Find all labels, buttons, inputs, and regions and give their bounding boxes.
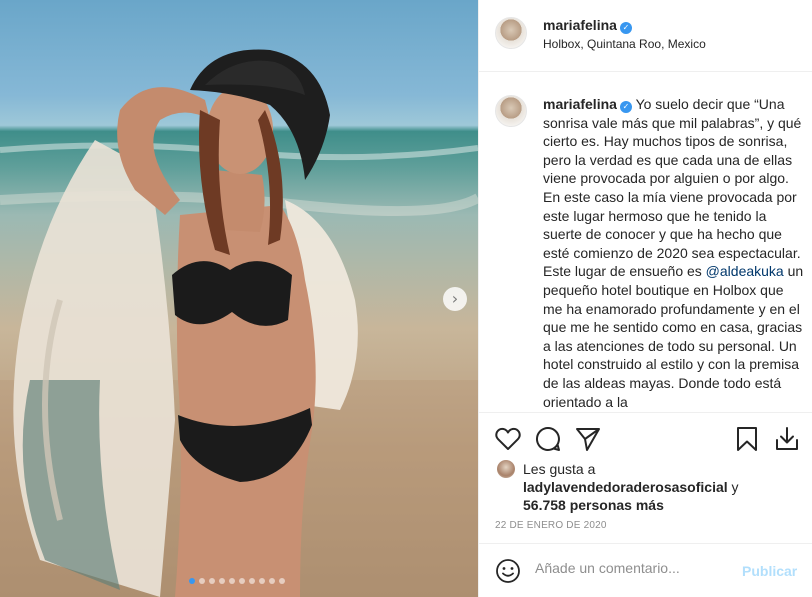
post-date[interactable]: 22 DE ENERO DE 2020: [495, 520, 607, 531]
carousel-dot: [229, 578, 235, 584]
post-caption: mariafelina ✓ Yo suelo decir que “Una son…: [479, 73, 812, 412]
photo-illustration: [0, 49, 478, 597]
comment-bar: Publicar: [479, 543, 812, 597]
download-icon[interactable]: [774, 426, 800, 452]
heart-icon[interactable]: [495, 427, 521, 451]
chevron-right-icon: ›: [451, 289, 459, 308]
likes-count-link[interactable]: 56.758 personas más: [523, 497, 664, 513]
caption-username[interactable]: mariafelina: [543, 96, 617, 112]
carousel-next-button[interactable]: ›: [443, 287, 467, 311]
carousel-dot: [259, 578, 265, 584]
carousel-dot: [209, 578, 215, 584]
liker-username-link[interactable]: ladylavendedoraderosasoficial: [523, 479, 728, 495]
comment-icon[interactable]: [535, 426, 561, 452]
post-location[interactable]: Holbox, Quintana Roo, Mexico: [543, 37, 706, 51]
bookmark-icon[interactable]: [736, 426, 758, 452]
author-username[interactable]: mariafelina ✓: [543, 17, 632, 34]
paper-plane-icon[interactable]: [575, 426, 601, 452]
carousel-dot: [239, 578, 245, 584]
post-header: mariafelina ✓ Holbox, Quintana Roo, Mexic…: [479, 0, 812, 72]
verified-badge-icon: ✓: [619, 22, 632, 34]
author-avatar[interactable]: [495, 17, 527, 49]
carousel-dot: [199, 578, 205, 584]
likes-text: Les gusta a ladylavendedoraderosasoficia…: [523, 460, 812, 514]
caption-body: Yo suelo decir que “Una sonrisa vale más…: [543, 96, 802, 280]
caption-text: mariafelina ✓ Yo suelo decir que “Una son…: [543, 95, 805, 411]
publish-button[interactable]: Publicar: [742, 563, 797, 579]
likes-connector: y: [731, 479, 739, 495]
author-username-text[interactable]: mariafelina: [543, 17, 617, 33]
caption-author-avatar[interactable]: [495, 95, 527, 127]
carousel-dot: [269, 578, 275, 584]
verified-badge-icon: ✓: [619, 101, 632, 113]
post-side-panel: mariafelina ✓ Holbox, Quintana Roo, Mexic…: [478, 0, 812, 597]
likes-prefix: Les gusta a: [523, 461, 596, 477]
carousel-dot: [189, 578, 195, 584]
carousel-dot: [279, 578, 285, 584]
caption-body-continued: un pequeño hotel boutique en Holbox que …: [543, 263, 804, 410]
caption-mention-link[interactable]: @aldeakuka: [706, 263, 784, 279]
comment-input[interactable]: [535, 560, 735, 576]
carousel-indicator: [189, 578, 285, 584]
post-photo[interactable]: ›: [0, 0, 478, 597]
action-bar: [479, 412, 812, 462]
liker-avatar[interactable]: [497, 460, 515, 478]
carousel-dot: [219, 578, 225, 584]
smiley-icon[interactable]: [495, 558, 521, 584]
carousel-dot: [249, 578, 255, 584]
